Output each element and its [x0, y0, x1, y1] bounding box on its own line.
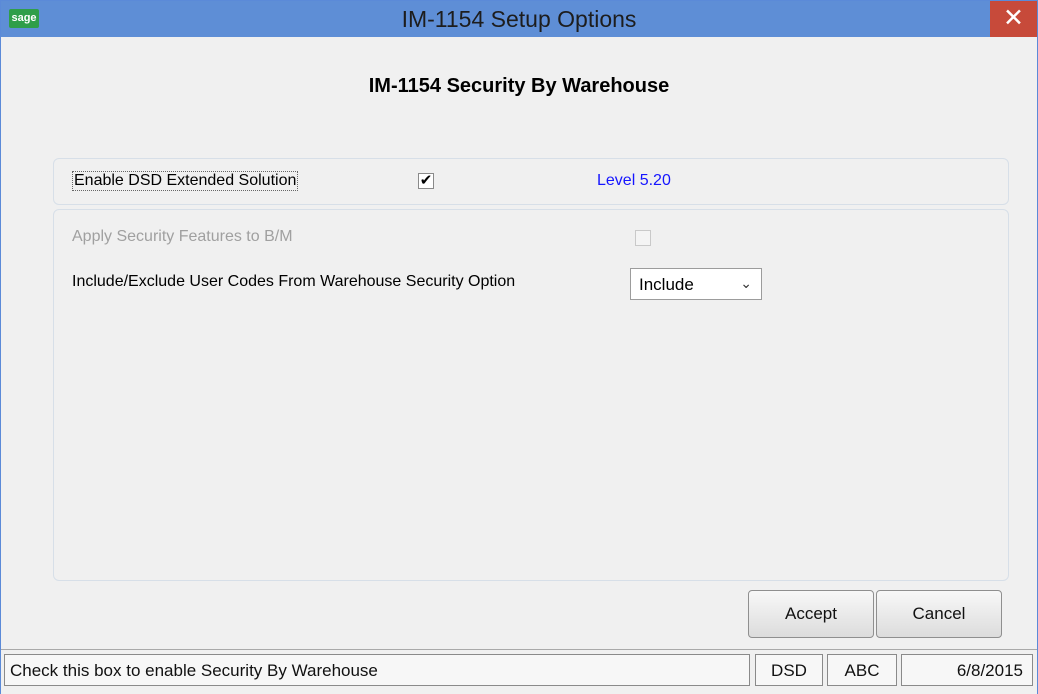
close-icon: ✕: [1003, 4, 1024, 32]
apply-security-label: Apply Security Features to B/M: [72, 228, 293, 245]
accept-button[interactable]: Accept: [748, 590, 874, 638]
window-title: IM-1154 Setup Options: [401, 6, 637, 32]
enable-dsd-label[interactable]: Enable DSD Extended Solution: [72, 171, 299, 191]
include-exclude-value: Include: [639, 275, 694, 294]
include-exclude-label: Include/Exclude User Codes From Warehous…: [72, 273, 516, 290]
status-message: Check this box to enable Security By War…: [4, 654, 750, 686]
setup-options-window: sage IM-1154 Setup Options ✕ IM-1154 Sec…: [0, 0, 1038, 694]
status-bar: Check this box to enable Security By War…: [1, 649, 1037, 694]
checkmark-icon: ✔: [419, 172, 433, 189]
apply-security-checkbox[interactable]: [635, 230, 651, 246]
enable-solution-panel: Enable DSD Extended Solution ✔ Level 5.2…: [53, 158, 1009, 205]
status-code: ABC: [827, 654, 897, 686]
status-date: 6/8/2015: [901, 654, 1033, 686]
level-label: Level 5.20: [597, 172, 671, 189]
include-exclude-select[interactable]: Include ⌄: [630, 268, 762, 300]
cancel-button[interactable]: Cancel: [876, 590, 1002, 638]
chevron-down-icon: ⌄: [740, 275, 752, 291]
title-bar[interactable]: sage IM-1154 Setup Options ✕: [1, 1, 1037, 37]
page-title: IM-1154 Security By Warehouse: [368, 75, 670, 97]
security-options-panel: Apply Security Features to B/M Include/E…: [53, 209, 1009, 581]
close-button[interactable]: ✕: [990, 1, 1037, 37]
status-company: DSD: [755, 654, 823, 686]
enable-dsd-checkbox[interactable]: ✔: [418, 173, 434, 189]
